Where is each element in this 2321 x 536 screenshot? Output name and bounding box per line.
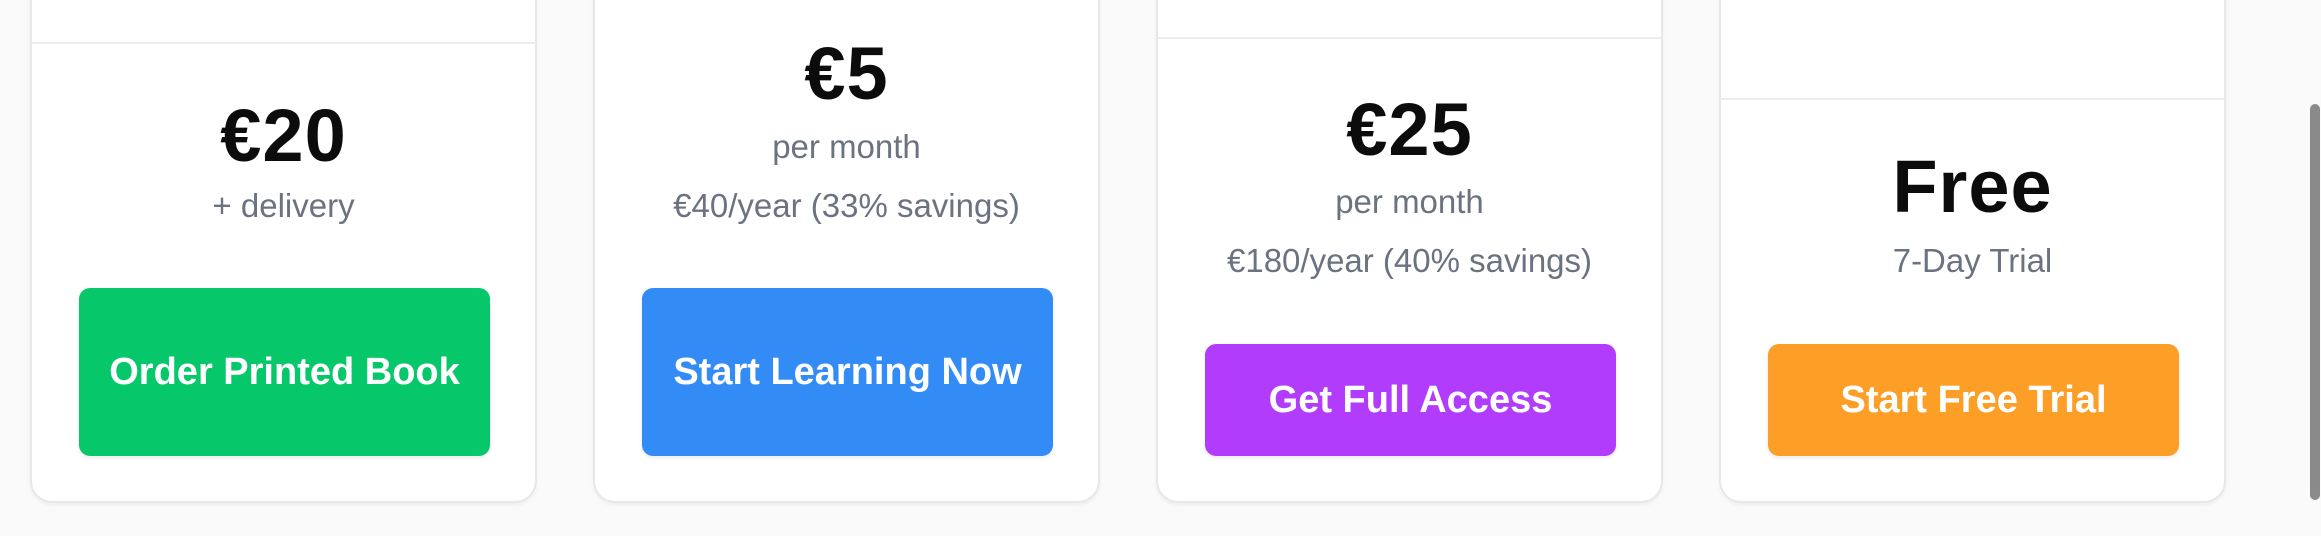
price-amount: €5 (804, 32, 889, 115)
start-learning-now-button[interactable]: Start Learning Now (642, 288, 1053, 456)
price-annual: €180/year (40% savings) (1226, 242, 1593, 279)
pricing-card-learning: €5 per month €40/year (33% savings) Star… (593, 0, 1100, 503)
scrollbar-track[interactable] (2309, 0, 2321, 536)
pricing-card-book: €20 + delivery Order Printed Book (30, 0, 537, 503)
pricing-card-free-trial: Free 7-Day Trial Start Free Trial (1719, 0, 2226, 503)
card-divider (1158, 37, 1661, 39)
pricing-card-full-access: €25 per month €180/year (40% savings) Ge… (1156, 0, 1663, 503)
order-printed-book-button[interactable]: Order Printed Book (79, 288, 490, 456)
card-divider (32, 42, 535, 44)
price-amount: €25 (1346, 88, 1473, 171)
price-note: + delivery (212, 187, 355, 224)
price-amount: Free (1892, 145, 2053, 228)
trial-note: 7-Day Trial (1892, 242, 2053, 279)
price-period: per month (1335, 183, 1484, 220)
price-annual: €40/year (33% savings) (673, 187, 1020, 224)
get-full-access-button[interactable]: Get Full Access (1205, 344, 1616, 456)
pricing-section: €20 + delivery Order Printed Book €5 per… (0, 0, 2321, 536)
start-free-trial-button[interactable]: Start Free Trial (1768, 344, 2179, 456)
scrollbar-thumb[interactable] (2310, 104, 2320, 500)
price-period: per month (772, 128, 921, 165)
card-divider (1721, 98, 2224, 100)
price-amount: €20 (220, 94, 347, 177)
